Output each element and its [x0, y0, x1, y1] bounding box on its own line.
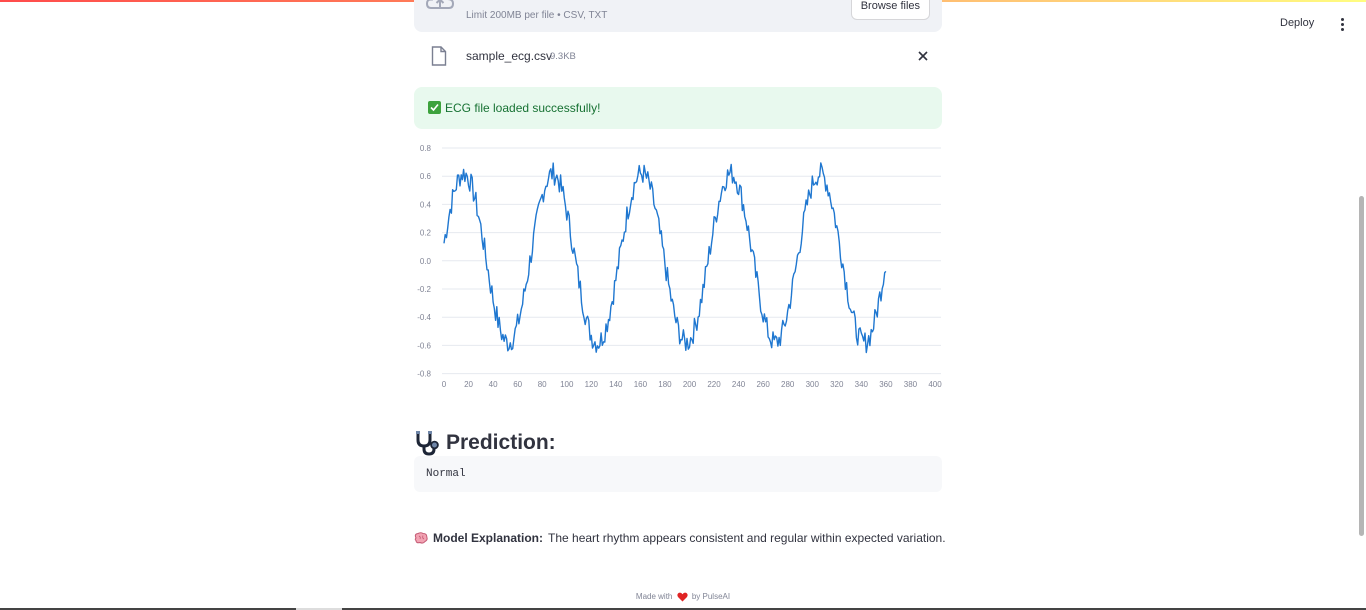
- heart-icon: [676, 592, 688, 602]
- model-explanation: Model Explanation: The heart rhythm appe…: [414, 531, 954, 545]
- explanation-text: The heart rhythm appears consistent and …: [548, 531, 946, 545]
- x-tick-label: 200: [683, 380, 697, 389]
- x-tick-label: 60: [513, 380, 522, 389]
- footer: Made with by PulseAI: [0, 592, 1366, 602]
- prediction-result-box: Normal: [414, 456, 942, 492]
- y-tick-label: 0.4: [420, 200, 432, 209]
- scrollbar-thumb[interactable]: [1359, 196, 1364, 536]
- x-tick-label: 80: [538, 380, 547, 389]
- x-tick-label: 0: [442, 380, 447, 389]
- uploaded-file-row: sample_ecg.csv 9.3KB: [414, 42, 942, 72]
- x-tick-label: 360: [879, 380, 893, 389]
- x-tick-label: 20: [464, 380, 473, 389]
- y-tick-label: 0.2: [420, 229, 432, 238]
- x-tick-label: 260: [756, 380, 770, 389]
- x-tick-label: 380: [904, 380, 918, 389]
- x-tick-label: 40: [489, 380, 498, 389]
- file-icon: [431, 46, 447, 66]
- y-tick-label: -0.6: [417, 341, 431, 350]
- x-tick-label: 160: [634, 380, 648, 389]
- x-tick-label: 300: [806, 380, 820, 389]
- browse-files-button[interactable]: Browse files: [850, 0, 930, 20]
- x-tick-label: 120: [585, 380, 599, 389]
- close-icon[interactable]: [915, 48, 931, 64]
- x-tick-label: 220: [707, 380, 721, 389]
- y-tick-label: 0.8: [420, 144, 432, 153]
- file-size: 9.3KB: [550, 51, 576, 62]
- brain-icon: [414, 532, 428, 544]
- y-tick-label: 0.0: [420, 257, 432, 266]
- stethoscope-icon: [416, 431, 439, 456]
- kebab-menu-icon[interactable]: [1333, 14, 1351, 34]
- footer-prefix: Made with: [635, 592, 673, 602]
- explanation-label: Model Explanation:: [433, 531, 544, 545]
- cloud-upload-icon: [426, 0, 454, 9]
- x-tick-label: 240: [732, 380, 746, 389]
- y-tick-label: 0.6: [420, 172, 432, 181]
- x-tick-label: 100: [560, 380, 574, 389]
- check-mark-icon: [428, 101, 441, 114]
- prediction-title: Prediction:: [446, 431, 556, 454]
- success-message: ECG file loaded successfully!: [445, 101, 601, 115]
- x-tick-label: 400: [928, 380, 942, 389]
- y-tick-label: -0.2: [417, 285, 431, 294]
- ecg-series-line: [443, 162, 887, 354]
- upload-limit-text: Limit 200MB per file • CSV, TXT: [466, 10, 608, 21]
- x-tick-label: 280: [781, 380, 795, 389]
- prediction-heading: Prediction:: [414, 430, 556, 456]
- x-tick-label: 180: [658, 380, 672, 389]
- x-tick-label: 140: [609, 380, 623, 389]
- y-tick-label: -0.4: [417, 313, 431, 322]
- y-tick-label: -0.8: [417, 370, 431, 379]
- file-name: sample_ecg.csv: [466, 49, 553, 63]
- success-alert: ECG file loaded successfully!: [414, 87, 942, 129]
- prediction-value: Normal: [426, 468, 466, 480]
- x-tick-label: 320: [830, 380, 844, 389]
- deploy-button[interactable]: Deploy: [1280, 17, 1314, 29]
- x-tick-label: 340: [855, 380, 869, 389]
- file-dropzone[interactable]: Limit 200MB per file • CSV, TXT Browse f…: [414, 0, 942, 32]
- scrollbar[interactable]: [1358, 0, 1366, 610]
- footer-suffix: by PulseAI: [691, 592, 731, 602]
- ecg-line-chart: 0.8 0.6 0.4 0.2 0.0 -0.2 -0.4 -0.6 -0.8 0 20 40 60 80…: [417, 144, 942, 389]
